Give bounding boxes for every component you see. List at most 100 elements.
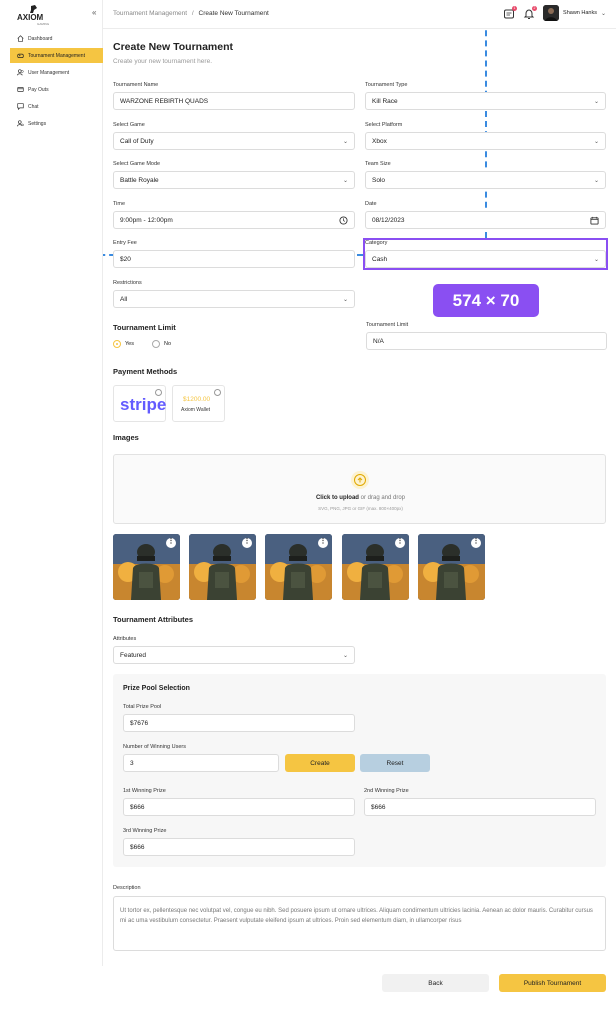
chevron-down-icon: ⌄ [593,177,599,184]
notifications-button[interactable]: 2 [523,6,538,20]
sidebar-item-user-management[interactable]: User Management [10,65,103,80]
sidebar-item-label: Tournament Management [28,52,85,59]
tournament-limit-input[interactable]: N/A [366,332,607,350]
sidebar-item-label: Pay Outs [28,86,49,93]
radio-off-icon [152,340,160,348]
reset-button[interactable]: Reset [360,754,430,772]
stripe-option[interactable]: stripe [113,385,166,422]
second-prize-label: 2nd Winning Prize [364,788,409,794]
first-prize-input[interactable]: $666 [123,798,355,816]
game-mode-value: Battle Royale [120,176,159,184]
restrictions-value: All [120,295,128,303]
page-title: Create New Tournament [113,41,233,53]
logo: AXIOM GAMING [16,4,52,26]
more-options-icon[interactable]: ⋮ [242,538,252,548]
time-value: 9:00pm - 12:00pm [120,216,173,224]
tournament-limit-value: N/A [373,337,384,345]
tournament-type-label: Tournament Type [365,82,408,88]
tournament-name-value: WARZONE REBIRTH QUADS [120,97,209,105]
game-mode-select[interactable]: Battle Royale ⌄ [113,171,355,189]
chevron-down-icon[interactable]: ⌄ [601,10,606,17]
limit-no-radio[interactable]: No [152,340,171,348]
second-prize-value: $666 [371,803,386,811]
calendar-icon [590,216,599,225]
upload-hint: SVG, PNG, JPG or GIF (max. 800×400px) [318,506,403,511]
more-options-icon[interactable]: ⋮ [395,538,405,548]
image-thumbnail[interactable]: ⋮ [418,534,485,600]
team-size-select[interactable]: Solo ⌄ [365,171,606,189]
team-size-value: Solo [372,176,386,184]
axiom-wallet-option[interactable]: $1200.00 Axiom Wallet [172,385,225,422]
measurement-label: 574 × 70 [433,284,539,317]
sidebar: AXIOM GAMING « Dashboard Tournament Mana… [10,0,103,966]
wallet-amount: $1200.00 [183,396,211,403]
wallet-label: Axiom Wallet [181,407,210,413]
measurement-highlight [363,238,608,270]
tournament-type-select[interactable]: Kill Race ⌄ [365,92,606,110]
sidebar-item-chat[interactable]: Chat [10,99,103,114]
attributes-select[interactable]: Featured ⌄ [113,646,355,664]
image-thumbnail[interactable]: ⋮ [342,534,409,600]
image-upload-dropzone[interactable]: Click to upload or drag and drop SVG, PN… [113,454,606,524]
entry-fee-input[interactable]: $20 [113,250,355,268]
date-value: 08/12/2023 [372,216,405,224]
description-textarea[interactable]: Ut tortor ex, pellentesque nec volutpat … [113,896,606,951]
total-prize-input[interactable]: $7676 [123,714,355,732]
winning-users-value: 3 [130,759,134,767]
user-name[interactable]: Shawn Hanks [563,10,597,16]
sidebar-item-pay-outs[interactable]: Pay Outs [10,82,103,97]
publish-tournament-button[interactable]: Publish Tournament [499,974,606,992]
platform-label: Select Platform [365,122,403,128]
date-input[interactable]: 08/12/2023 [365,211,606,229]
users-icon [17,69,24,76]
platform-select[interactable]: Xbox ⌄ [365,132,606,150]
total-prize-value: $7676 [130,719,149,727]
avatar[interactable] [543,5,560,21]
team-size-label: Team Size [365,161,391,167]
tournament-limit-title: Tournament Limit [113,323,176,332]
restrictions-select[interactable]: All ⌄ [113,290,355,308]
image-thumbnail[interactable]: ⋮ [113,534,180,600]
tournament-name-input[interactable]: WARZONE REBIRTH QUADS [113,92,355,110]
chevron-down-icon: ⌄ [342,652,348,659]
upload-link[interactable]: Click to upload [316,495,359,501]
sidebar-item-dashboard[interactable]: Dashboard [10,31,103,46]
sidebar-item-tournament-management[interactable]: Tournament Management [10,48,103,63]
more-options-icon[interactable]: ⋮ [471,538,481,548]
limit-yes-label: Yes [125,341,134,347]
breadcrumb: Tournament Management / Create New Tourn… [113,10,269,17]
page-subtitle: Create your new tournament here. [113,58,212,65]
time-input[interactable]: 9:00pm - 12:00pm [113,211,355,229]
breadcrumb-separator: / [191,10,194,17]
game-mode-label: Select Game Mode [113,161,161,167]
image-thumbnail[interactable]: ⋮ [189,534,256,600]
more-options-icon[interactable]: ⋮ [318,538,328,548]
second-prize-input[interactable]: $666 [364,798,596,816]
breadcrumb-parent[interactable]: Tournament Management [113,10,187,17]
tournament-type-value: Kill Race [372,97,398,105]
more-options-icon[interactable]: ⋮ [166,538,176,548]
description-label: Description [113,885,141,891]
attributes-value: Featured [120,651,147,659]
create-button[interactable]: Create [285,754,355,772]
chevron-down-icon: ⌄ [342,296,348,303]
logo-sub: GAMING [37,22,50,26]
sidebar-item-settings[interactable]: Settings [10,116,103,131]
radio-off-icon [214,389,221,396]
total-prize-label: Total Prize Pool [123,704,162,710]
third-prize-input[interactable]: $666 [123,838,355,856]
game-select[interactable]: Call of Duty ⌄ [113,132,355,150]
image-thumbnail[interactable]: ⋮ [265,534,332,600]
collapse-sidebar-icon[interactable]: « [92,8,96,17]
winning-users-input[interactable]: 3 [123,754,279,772]
sidebar-item-label: Dashboard [28,35,53,42]
limit-yes-radio[interactable]: Yes [113,340,134,348]
tournament-attributes-title: Tournament Attributes [113,615,193,624]
images-title: Images [113,433,139,442]
back-button[interactable]: Back [382,974,489,992]
first-prize-label: 1st Winning Prize [123,788,166,794]
stripe-logo: stripe [120,395,167,414]
messages-button[interactable]: 1 [503,6,518,20]
chevron-down-icon: ⌄ [342,177,348,184]
sidebar-nav: Dashboard Tournament Management User Man… [10,31,103,133]
